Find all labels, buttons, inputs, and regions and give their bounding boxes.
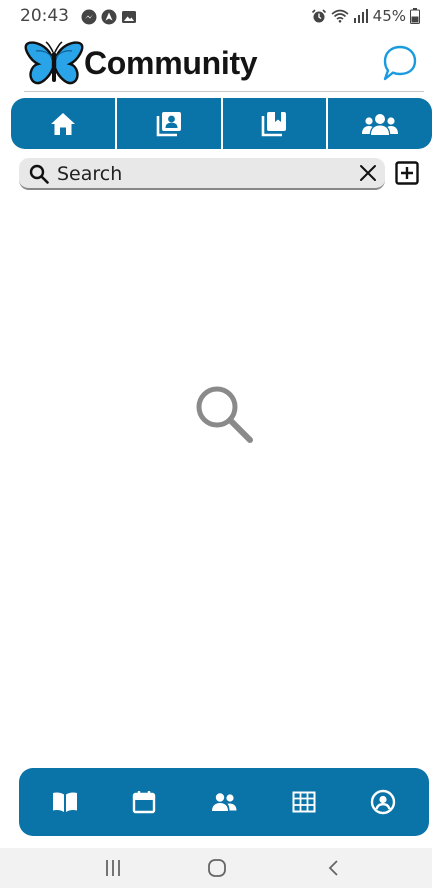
people-icon [362,113,399,135]
clear-search-icon[interactable] [359,164,377,182]
recent-apps-icon[interactable] [104,856,122,880]
navigation-icon [101,9,117,25]
home-icon [50,112,75,135]
status-bar: 20:43 45% [0,0,432,36]
app-title: Community [84,45,258,81]
grid-icon [292,791,316,813]
search-input[interactable] [57,162,347,186]
nav-guide[interactable] [40,777,90,827]
search-box [19,158,385,190]
app-header: Community [0,36,432,92]
nav-calendar[interactable] [119,777,169,827]
status-notification-icons [81,9,137,25]
book-icon [52,792,77,812]
alarm-icon [311,9,326,23]
signal-icon [353,9,368,23]
status-right: 45% [311,7,420,25]
add-button[interactable] [395,161,419,185]
header-divider [24,91,424,92]
image-icon [122,11,136,23]
tab-groups[interactable] [328,98,432,149]
nav-table[interactable] [279,777,329,827]
messenger-icon [81,9,97,25]
home-circle-icon[interactable] [207,856,227,880]
battery-icon [410,8,420,24]
contact-book-icon [156,111,181,136]
empty-search-icon [196,386,253,443]
search-icon [29,164,49,184]
wifi-icon [331,9,349,23]
bookmark-stack-icon [262,111,287,136]
user-circle-icon [370,789,396,815]
system-nav-bar [0,848,432,888]
nav-account[interactable] [358,777,408,827]
chat-bubble-icon [383,45,417,81]
status-time: 20:43 [20,6,69,26]
back-icon[interactable] [326,856,342,880]
tab-profiles[interactable] [116,98,223,149]
nav-people[interactable] [199,777,249,827]
tab-bookmarks[interactable] [222,98,329,149]
tab-home[interactable] [11,98,117,149]
calendar-icon [133,791,156,814]
chat-button[interactable] [380,42,420,84]
top-tab-bar [11,98,432,149]
battery-percent: 45% [372,7,406,25]
people-icon [211,793,237,811]
bottom-nav [19,768,429,836]
butterfly-logo-icon [24,41,84,85]
